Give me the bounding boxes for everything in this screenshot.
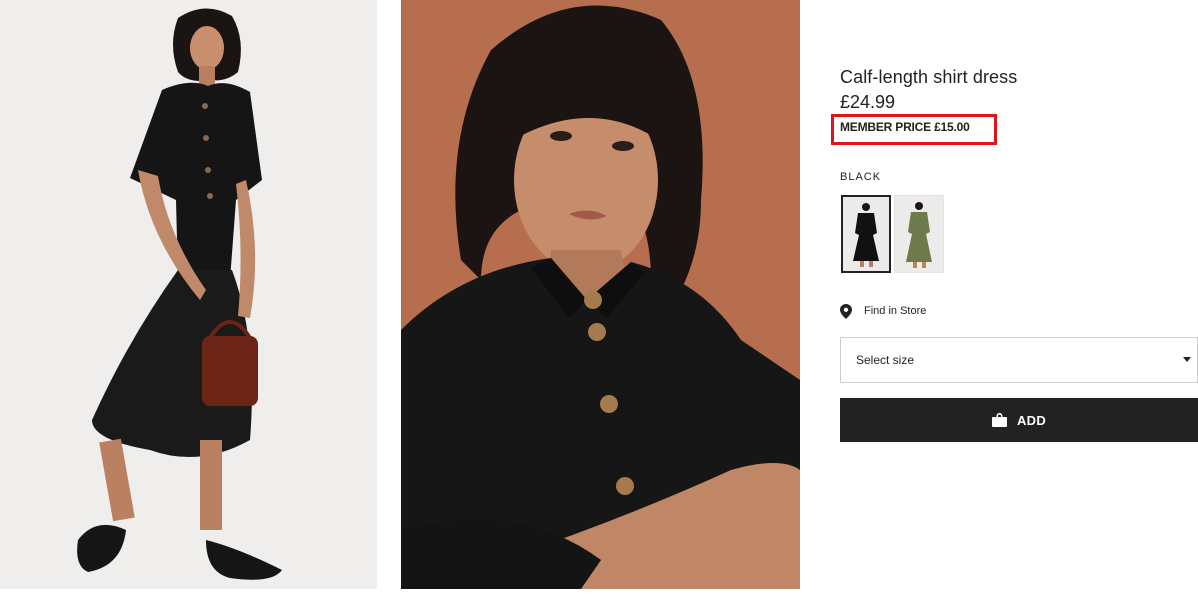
caret-down-icon	[1183, 357, 1191, 362]
color-swatch-black[interactable]	[841, 195, 891, 273]
product-image-full-length[interactable]	[0, 0, 377, 589]
model-close-up-illustration	[401, 0, 800, 589]
model-full-body-illustration	[0, 0, 377, 589]
member-price: MEMBER PRICE £15.00	[840, 120, 970, 134]
size-select-placeholder: Select size	[856, 353, 915, 367]
product-page: Calf-length shirt dress £24.99 MEMBER PR…	[0, 0, 1198, 601]
product-title: Calf-length shirt dress	[840, 67, 1018, 87]
add-button-label: ADD	[1016, 412, 1047, 428]
green-dress-thumbnail	[895, 196, 943, 272]
black-dress-thumbnail	[843, 197, 889, 271]
product-image-close-up[interactable]	[401, 0, 800, 589]
product-price: £24.99	[840, 92, 896, 112]
size-select-dropdown[interactable]: Select size	[840, 337, 1198, 383]
color-swatch-khaki-green[interactable]	[894, 195, 944, 273]
find-in-store-label: Find in Store	[864, 305, 927, 317]
shopping-bag-icon	[991, 413, 1007, 427]
location-pin-icon	[840, 303, 852, 319]
add-to-bag-button[interactable]: ADD	[840, 398, 1198, 442]
selected-color-name: BLACK	[840, 171, 882, 183]
find-in-store-link[interactable]: Find in Store	[840, 303, 926, 319]
